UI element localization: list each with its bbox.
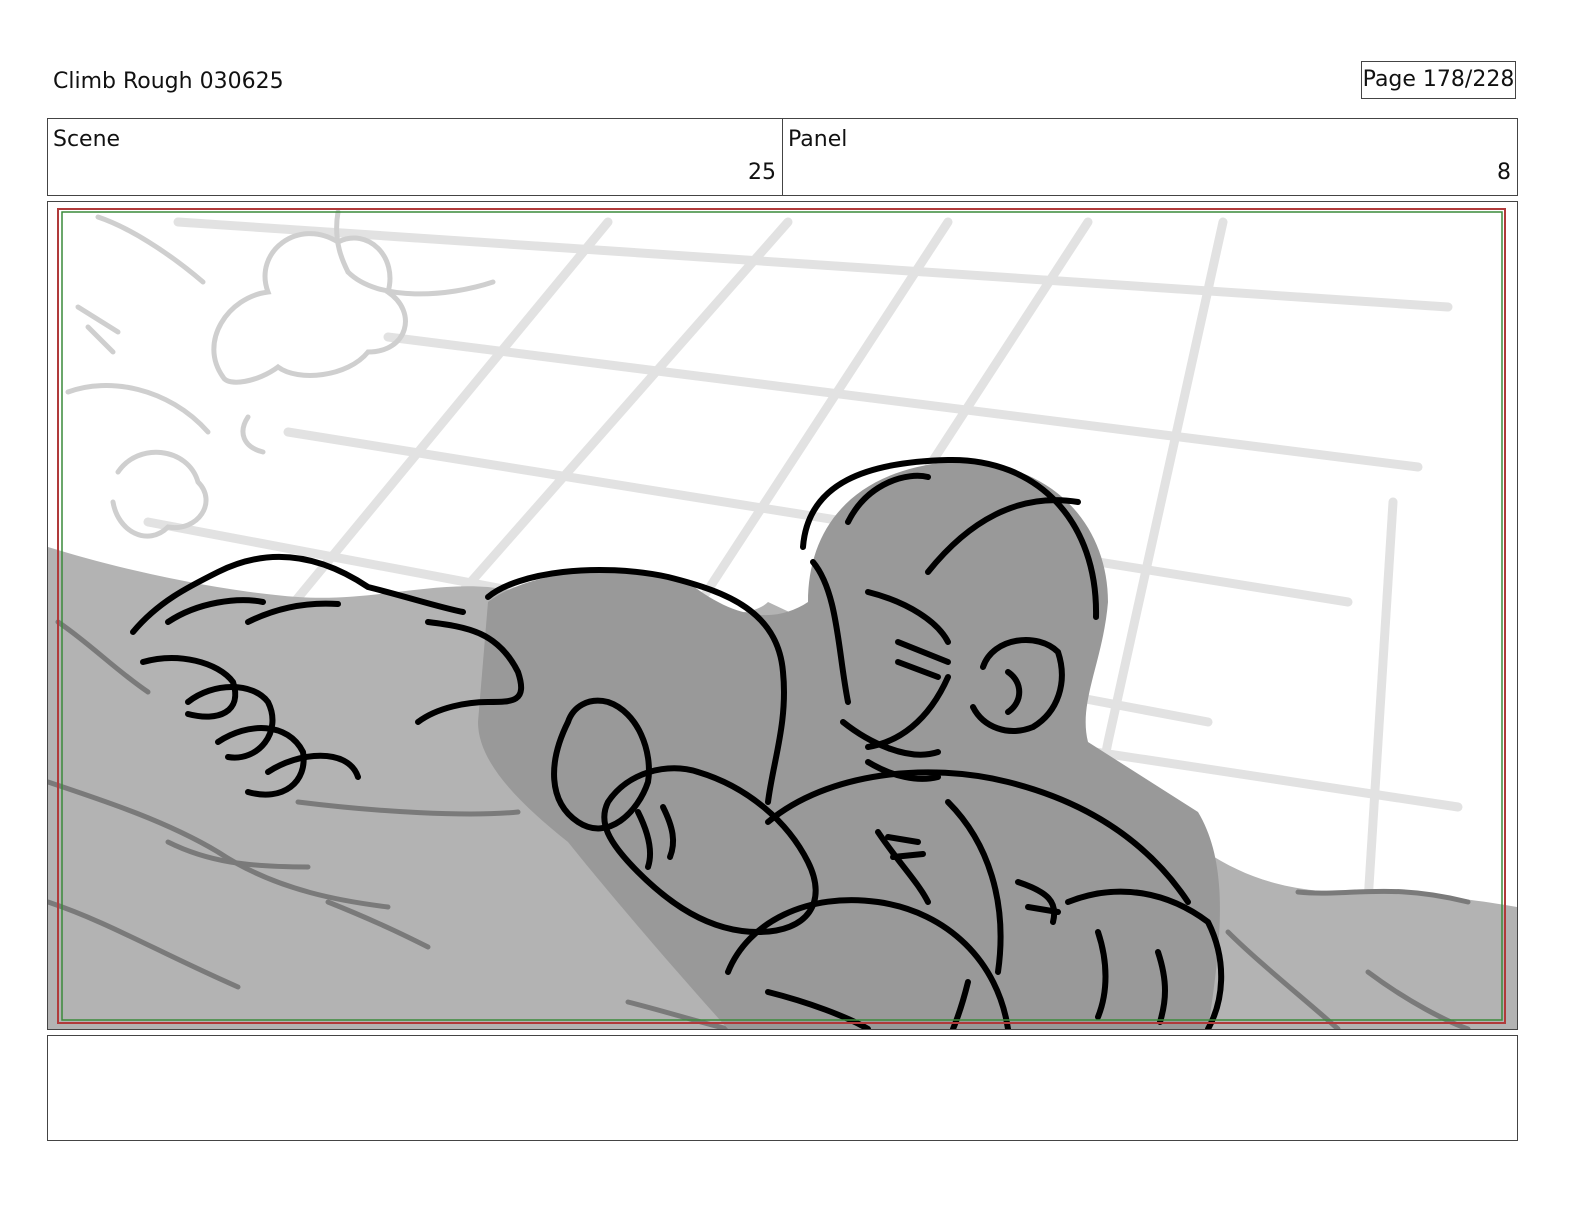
scene-cell: Scene 25	[48, 119, 782, 195]
panel-number: 8	[1497, 160, 1511, 185]
storyboard-drawing	[48, 208, 1517, 1029]
panel-cell: Panel 8	[782, 119, 1517, 195]
page-number-box: Page 178/228	[1361, 61, 1516, 99]
notes-box	[47, 1035, 1518, 1141]
scene-panel-info-row: Scene 25 Panel 8	[47, 118, 1518, 196]
document-title: Climb Rough 030625	[53, 69, 284, 94]
scene-label: Scene	[53, 127, 121, 152]
scene-number: 25	[748, 160, 776, 185]
background-clouds-sketch	[65, 209, 496, 539]
panel-label: Panel	[788, 127, 848, 152]
storyboard-frame	[47, 201, 1518, 1030]
